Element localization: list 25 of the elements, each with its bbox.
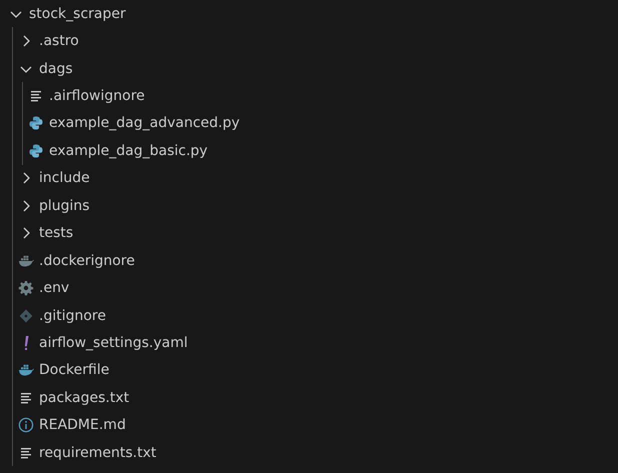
folder-name[interactable]: stock_scraper [29,6,126,22]
file-name[interactable]: Dockerfile [39,362,110,378]
file-name[interactable]: README.md [39,417,126,434]
info-icon [18,417,34,434]
file-name[interactable]: .env [39,280,70,296]
file-name[interactable]: requirements.txt [39,444,156,461]
diamond-icon [18,308,34,324]
lines-icon [28,88,44,104]
folder-name[interactable]: plugins [39,198,90,214]
file-name[interactable]: example_dag_basic.py [49,142,208,159]
folder-name[interactable]: .astro [39,33,79,50]
python-icon [28,142,44,159]
file-name[interactable]: example_dag_advanced.py [49,115,240,132]
file-name[interactable]: airflow_settings.yaml [39,334,188,351]
folder-name[interactable]: dags [39,60,73,77]
gear-icon [18,280,34,296]
file-name[interactable]: .dockerignore [39,252,135,269]
file-name[interactable]: .airflowignore [49,88,145,104]
file-name[interactable]: .gitignore [39,308,106,324]
folder-name[interactable]: include [39,170,90,186]
python-icon [28,115,44,132]
exclamation-icon [24,336,29,350]
file-name[interactable]: packages.txt [39,390,130,406]
whale-icon [18,362,34,378]
folder-name[interactable]: tests [39,225,74,242]
